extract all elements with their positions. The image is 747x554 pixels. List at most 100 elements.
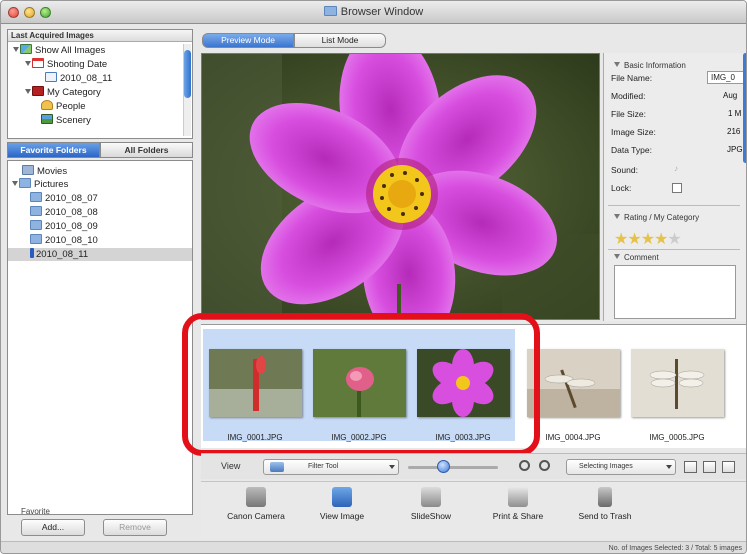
camera-icon [246, 487, 266, 507]
tab-favorite-folders[interactable]: Favorite Folders [7, 142, 100, 158]
scenery-icon [41, 114, 53, 124]
current-folder-marker-icon [30, 248, 34, 258]
folder-2010-08-09[interactable]: 2010_08_09 [30, 220, 98, 233]
thumbnail-image [209, 349, 302, 417]
folder-2010-08-07[interactable]: 2010_08_07 [30, 192, 98, 205]
tree-item-show-all-images[interactable]: Show All Images [13, 44, 105, 57]
view-image-icon [332, 487, 352, 507]
tab-list-mode[interactable]: List Mode [294, 33, 386, 48]
thumbnail-label: IMG_0002.JPG [331, 433, 387, 442]
folder-pictures[interactable]: Pictures [12, 178, 68, 191]
folder-2010-08-10[interactable]: 2010_08_10 [30, 234, 98, 247]
disclosure-triangle-icon[interactable] [614, 254, 620, 259]
modified-label: Modified: [611, 91, 646, 101]
zoom-slider[interactable] [408, 466, 498, 469]
last-acquired-scrollbar[interactable] [183, 44, 191, 136]
thumbnail-image [527, 349, 620, 417]
file-name-label: File Name: [611, 73, 653, 83]
browser-window: Browser Window Last Acquired Images Show… [0, 0, 747, 554]
folder-icon [30, 192, 42, 202]
folder-tree: Movies Pictures 2010_08_07 2010_08_08 20… [7, 160, 193, 515]
folder-2010-08-08[interactable]: 2010_08_08 [30, 206, 98, 219]
cosmos-flower-image [202, 54, 599, 319]
slideshow-button[interactable]: SlideShow [396, 487, 466, 521]
disclosure-triangle-icon[interactable] [614, 214, 620, 219]
zoom-slider-knob[interactable] [437, 460, 450, 473]
disclosure-triangle-icon[interactable] [13, 47, 19, 52]
people-icon [41, 100, 53, 110]
folder-2010-08-11[interactable]: 2010_08_11 [8, 248, 192, 261]
pictures-folder-icon [19, 178, 31, 188]
lock-checkbox[interactable] [672, 183, 682, 193]
lock-label: Lock: [611, 183, 632, 193]
tab-preview-mode[interactable]: Preview Mode [202, 33, 294, 48]
rating-category-header[interactable]: Rating / My Category [614, 213, 699, 222]
divider [608, 249, 740, 250]
view-layout-1-icon[interactable] [684, 461, 697, 473]
info-panel: Basic Information File Name: IMG_0 Modif… [603, 53, 746, 321]
title-bar: Browser Window [1, 1, 746, 24]
tree-item-shooting-date[interactable]: Shooting Date [25, 58, 107, 71]
thumbnail-item[interactable]: IMG_0002.JPG [307, 329, 411, 442]
print-share-button[interactable]: Print & Share [483, 487, 553, 521]
date-icon [45, 72, 57, 82]
tree-item-date-2010-08-11[interactable]: 2010_08_11 [45, 72, 112, 85]
rating-stars[interactable]: ★★★★★ [614, 229, 682, 249]
view-layout-2-icon[interactable] [703, 461, 716, 473]
star-icon: ★ [627, 231, 641, 248]
thumbnail-image [417, 349, 510, 417]
thumbnail-item[interactable]: IMG_0001.JPG [203, 329, 307, 442]
basic-information-header[interactable]: Basic Information [614, 61, 686, 70]
printer-icon [508, 487, 528, 507]
selection-status: No. of Images Selected: 3 / Total: 5 ima… [608, 545, 742, 552]
modified-value: Aug [723, 91, 738, 100]
view-image-button[interactable]: View Image [307, 487, 377, 521]
thumbnail-item[interactable]: IMG_0003.JPG [411, 329, 515, 442]
zoom-out-icon[interactable] [519, 460, 530, 471]
comment-header[interactable]: Comment [614, 253, 659, 262]
zoom-in-icon[interactable] [539, 460, 550, 471]
info-scrollbar[interactable] [743, 53, 746, 163]
star-icon: ★ [640, 231, 655, 248]
scrollbar-thumb[interactable] [184, 50, 191, 98]
disclosure-triangle-icon[interactable] [25, 61, 31, 66]
view-layout-3-icon[interactable] [722, 461, 735, 473]
dragonfly-photo-2 [631, 349, 724, 417]
file-size-value: 1 M [728, 109, 742, 118]
selecting-images-dropdown[interactable]: Selecting Images [566, 459, 676, 475]
thumbnail-image [631, 349, 724, 417]
last-acquired-panel: Last Acquired Images Show All Images Sho… [7, 29, 193, 139]
folder-movies[interactable]: Movies [22, 165, 67, 178]
disclosure-triangle-icon[interactable] [614, 62, 620, 67]
red-stem-photo [209, 349, 302, 417]
thumbnail-item[interactable]: IMG_0004.JPG [521, 329, 625, 442]
send-to-trash-button[interactable]: Send to Trash [570, 487, 640, 521]
window-title: Browser Window [1, 6, 746, 18]
thumbnail-image [313, 349, 406, 417]
tree-item-people[interactable]: People [41, 100, 86, 113]
cosmos-thumb-photo [417, 349, 510, 417]
speaker-icon: ♪ [674, 164, 678, 173]
folder-tabs: Favorite Folders All Folders [7, 142, 193, 158]
category-icon [32, 86, 44, 96]
filter-tool-dropdown[interactable]: Filter Tool [263, 459, 399, 475]
add-favorite-button[interactable]: Add... [21, 519, 85, 536]
disclosure-triangle-icon[interactable] [25, 89, 31, 94]
slideshow-icon [421, 487, 441, 507]
last-acquired-header: Last Acquired Images [8, 30, 192, 42]
file-name-field[interactable]: IMG_0 [707, 71, 746, 84]
tree-item-my-category[interactable]: My Category [25, 86, 101, 99]
mode-tabs: Preview Mode List Mode [202, 33, 386, 48]
tree-item-scenery[interactable]: Scenery [41, 114, 91, 127]
tab-all-folders[interactable]: All Folders [100, 142, 193, 158]
comment-field[interactable] [614, 265, 736, 319]
thumbnail-item[interactable]: IMG_0005.JPG [625, 329, 729, 442]
star-icon: ★ [654, 231, 668, 248]
disclosure-triangle-icon[interactable] [12, 181, 18, 186]
sound-label: Sound: [611, 165, 638, 175]
canon-camera-button[interactable]: Canon Camera [221, 487, 291, 521]
action-toolbar: Canon Camera View Image SlideShow Print … [201, 481, 746, 539]
remove-favorite-button[interactable]: Remove [103, 519, 167, 536]
thumbnail-label: IMG_0003.JPG [435, 433, 491, 442]
folder-icon [30, 220, 42, 230]
